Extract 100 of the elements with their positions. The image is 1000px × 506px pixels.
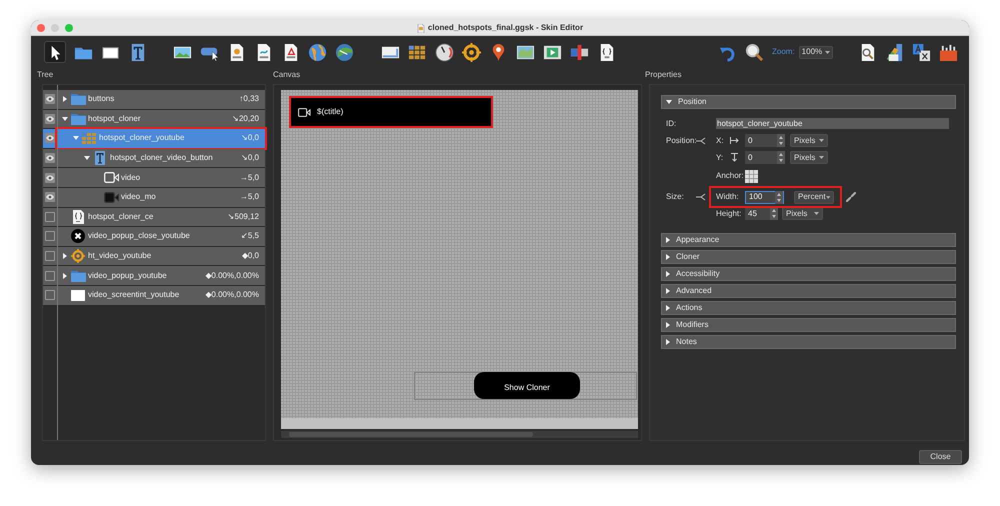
- dropdown-caret-icon: [819, 156, 824, 159]
- expand-arrow-icon[interactable]: [63, 253, 67, 260]
- tool-button[interactable]: [744, 41, 764, 63]
- tool-button[interactable]: [884, 41, 905, 63]
- panel-title: Properties: [645, 69, 682, 81]
- section-header[interactable]: Accessibility: [661, 267, 956, 281]
- expand-arrow-icon: [666, 322, 670, 328]
- section-header[interactable]: Notes: [661, 335, 956, 349]
- anchor-grid-icon[interactable]: [745, 170, 758, 182]
- spinner-arrows-icon[interactable]: [770, 207, 778, 220]
- visibility-checkbox[interactable]: [45, 212, 55, 222]
- number-field[interactable]: 0: [745, 134, 785, 147]
- tree-row[interactable]: hotspot_cloner_ce ↘509,12: [43, 208, 265, 226]
- tree-row[interactable]: ht_video_youtube ◆0,0: [43, 246, 265, 266]
- tree-row[interactable]: hotspot_cloner_video_button ↘0,0: [43, 148, 265, 168]
- spinner-arrows-icon[interactable]: [777, 134, 785, 147]
- visibility-checkbox[interactable]: [45, 114, 55, 124]
- item-name: hotspot_cloner_youtube: [99, 132, 184, 144]
- tool-button[interactable]: [307, 41, 327, 63]
- tree-row[interactable]: buttons ↑0,33: [43, 90, 265, 109]
- number-field[interactable]: 45: [745, 207, 778, 220]
- tree-row[interactable]: hotspot_cloner ↘20,20: [43, 110, 265, 128]
- spinner-arrows-icon[interactable]: [775, 190, 783, 204]
- folder-icon: [70, 270, 86, 282]
- tree-row[interactable]: video_popup_close_youtube ↙5,5: [43, 227, 265, 246]
- close-circle-icon: [71, 229, 85, 244]
- visibility-checkbox[interactable]: [45, 153, 55, 164]
- script-document-icon: [72, 210, 84, 224]
- tree-row[interactable]: video →5,0: [43, 168, 265, 187]
- collapse-arrow-icon[interactable]: [62, 116, 68, 121]
- expand-arrow-icon: [666, 339, 670, 345]
- visibility-checkbox[interactable]: [45, 172, 55, 183]
- target-icon: [462, 42, 480, 62]
- id-field[interactable]: hotspot_cloner_youtube: [716, 118, 949, 129]
- expand-arrow-icon[interactable]: [63, 96, 67, 102]
- visibility-checkbox[interactable]: [45, 290, 55, 300]
- number-field[interactable]: 100: [745, 190, 784, 204]
- section-header[interactable]: Position: [661, 95, 956, 109]
- tree-row[interactable]: video_screentint_youtube ◆0.00%,0.00%: [43, 286, 265, 305]
- video-camera-icon: [104, 192, 118, 203]
- close-button[interactable]: Close: [919, 450, 962, 464]
- visibility-checkbox[interactable]: [45, 192, 55, 202]
- tree-row[interactable]: video_popup_youtube ◆0.00%,0.00%: [43, 266, 265, 285]
- item-offset: →5,0: [240, 172, 259, 184]
- field-label: ID:: [666, 118, 678, 130]
- item-name: video_screentint_youtube: [88, 289, 180, 302]
- link-icon[interactable]: [846, 192, 856, 202]
- visibility-checkbox[interactable]: [45, 231, 55, 242]
- share-icon[interactable]: [696, 193, 706, 201]
- collapse-arrow-icon[interactable]: [84, 156, 90, 160]
- unit-dropdown[interactable]: Pixels: [790, 134, 828, 147]
- tree-row[interactable]: hotspot_cloner_youtube ↘0,0: [43, 129, 265, 148]
- number-field[interactable]: 0: [745, 151, 785, 164]
- tree-row[interactable]: video_mo →5,0: [43, 188, 265, 207]
- tool-button[interactable]: [912, 41, 932, 63]
- item-name: buttons: [88, 93, 114, 106]
- section-header[interactable]: Modifiers: [661, 318, 956, 332]
- collapse-arrow-icon[interactable]: [73, 136, 79, 140]
- dropdown-caret-icon: [814, 212, 819, 215]
- unit-dropdown[interactable]: Pixels: [790, 151, 828, 164]
- folder-icon: [70, 112, 86, 125]
- horizontal-scrollbar[interactable]: [281, 431, 638, 438]
- dropdown-caret-icon: [824, 50, 830, 54]
- section-header[interactable]: Actions: [661, 301, 956, 315]
- tool-button[interactable]: [334, 41, 354, 63]
- item-offset: ↘0,0: [240, 132, 259, 144]
- show-cloner-button[interactable]: Show Cloner: [474, 372, 580, 399]
- item-name: video_popup_youtube: [88, 270, 167, 282]
- field-label: Width:: [716, 191, 740, 203]
- visibility-checkbox[interactable]: [45, 251, 55, 262]
- section-header[interactable]: Appearance: [661, 233, 956, 247]
- tool-button[interactable]: [44, 41, 66, 63]
- unit-dropdown[interactable]: Pixels: [782, 207, 823, 220]
- section-header[interactable]: Advanced: [661, 284, 956, 298]
- color-palette-icon: [885, 42, 904, 62]
- visibility-checkbox[interactable]: [45, 270, 55, 281]
- eye-icon: [46, 155, 54, 162]
- tool-button[interactable]: [461, 41, 481, 63]
- eye-icon: [46, 96, 54, 102]
- item-name: hotspot_cloner_ce: [88, 210, 154, 223]
- spinner-arrows-icon[interactable]: [777, 151, 785, 164]
- visibility-checkbox[interactable]: [45, 133, 55, 144]
- expand-arrow-icon[interactable]: [63, 272, 67, 279]
- dropdown-caret-icon: [819, 139, 824, 142]
- item-name: hotspot_cloner_video_button: [110, 152, 213, 164]
- grid-icon: [82, 132, 96, 144]
- translate-icon: [912, 42, 932, 62]
- section-header[interactable]: Cloner: [661, 250, 956, 264]
- canvas-element[interactable]: $(ctitle): [291, 98, 491, 126]
- expand-arrow-icon: [666, 237, 670, 243]
- panel-title: Tree: [37, 69, 54, 81]
- visibility-checkbox[interactable]: [45, 94, 55, 104]
- gauge-icon: [434, 42, 454, 62]
- field-label: Position:: [666, 134, 696, 146]
- collapse-arrow-icon: [666, 100, 672, 104]
- item-offset: ↘20,20: [232, 112, 259, 125]
- zoom-dropdown[interactable]: 100%: [798, 46, 833, 58]
- share-icon[interactable]: [696, 136, 706, 144]
- tool-button[interactable]: [434, 41, 454, 63]
- unit-dropdown[interactable]: Percent: [794, 190, 834, 204]
